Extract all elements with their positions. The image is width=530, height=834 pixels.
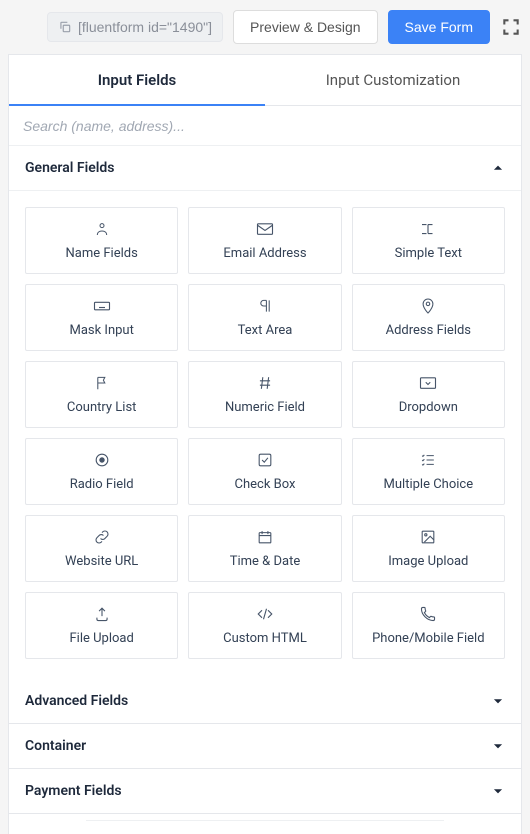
check-icon [256,451,274,469]
section-title: Payment Fields [25,783,122,799]
field-label: Time & Date [230,554,301,569]
section-container[interactable]: Container [9,724,521,769]
circle-dot-icon [93,451,111,469]
link-icon [93,528,111,546]
field-card-website-url[interactable]: Website URL [25,515,178,582]
search-wrapper [9,106,521,146]
field-card-name-fields[interactable]: Name Fields [25,207,178,274]
field-label: Text Area [238,323,293,338]
field-label: Multiple Choice [384,477,474,492]
field-card-text-area[interactable]: Text Area [188,284,341,351]
chevron-up-icon [491,161,505,175]
field-label: Website URL [65,554,138,569]
select-icon [419,374,437,392]
field-card-country-list[interactable]: Country List [25,361,178,428]
field-card-phone-mobile-field[interactable]: Phone/Mobile Field [352,592,505,659]
mail-icon [256,220,274,238]
field-label: Numeric Field [225,400,305,415]
flag-icon [93,374,111,392]
topbar: [fluentform id="1490"] Preview & Design … [0,0,530,54]
save-form-button[interactable]: Save Form [388,10,490,44]
field-card-numeric-field[interactable]: Numeric Field [188,361,341,428]
field-card-mask-input[interactable]: Mask Input [25,284,178,351]
field-card-simple-text[interactable]: Simple Text [352,207,505,274]
field-label: Email Address [223,246,306,261]
section-title: General Fields [25,160,114,176]
section-title: Advanced Fields [25,693,128,709]
field-card-email-address[interactable]: Email Address [188,207,341,274]
field-label: Address Fields [386,323,471,338]
search-input[interactable] [23,118,507,134]
section-payment-fields[interactable]: Payment Fields [9,769,521,813]
phone-icon [419,605,437,623]
code-icon [256,605,274,623]
tab-input-fields[interactable]: Input Fields [9,55,265,105]
field-label: Dropdown [399,400,458,415]
section-title: Container [25,738,86,754]
field-card-custom-html[interactable]: Custom HTML [188,592,341,659]
field-card-image-upload[interactable]: Image Upload [352,515,505,582]
chevron-down-icon [491,784,505,798]
section-advanced-fields[interactable]: Advanced Fields [9,679,521,724]
field-label: Phone/Mobile Field [372,631,484,646]
calendar-icon [256,528,274,546]
chevron-down-icon [491,694,505,708]
paragraph-icon [256,297,274,315]
field-card-dropdown[interactable]: Dropdown [352,361,505,428]
pin-icon [419,297,437,315]
preview-design-button[interactable]: Preview & Design [233,10,378,44]
bottom-area [8,814,522,834]
tabs: Input Fields Input Customization [9,55,521,106]
field-card-multiple-choice[interactable]: Multiple Choice [352,438,505,505]
field-label: Name Fields [66,246,138,261]
general-fields-grid: Name Fields Email Address Simple Text Mask … [9,191,521,679]
shortcode-text: [fluentform id="1490"] [78,19,212,35]
tab-input-customization[interactable]: Input Customization [265,55,521,105]
text-cursor-icon [419,220,437,238]
field-label: Country List [67,400,137,415]
hash-icon [256,374,274,392]
field-label: Custom HTML [223,631,307,646]
image-icon [419,528,437,546]
chevron-down-icon [491,739,505,753]
user-icon [93,220,111,238]
field-label: Simple Text [395,246,462,261]
field-label: File Upload [69,631,133,646]
field-card-radio-field[interactable]: Radio Field [25,438,178,505]
sidebar-panel: Input Fields Input Customization General… [8,54,522,814]
field-card-time-date[interactable]: Time & Date [188,515,341,582]
fullscreen-icon[interactable] [500,16,522,38]
field-card-file-upload[interactable]: File Upload [25,592,178,659]
field-label: Check Box [235,477,296,492]
field-card-address-fields[interactable]: Address Fields [352,284,505,351]
shortcode-box[interactable]: [fluentform id="1490"] [47,12,223,42]
field-label: Radio Field [70,477,134,492]
field-card-check-box[interactable]: Check Box [188,438,341,505]
field-label: Mask Input [69,323,133,338]
upload-icon [93,605,111,623]
section-general-fields[interactable]: General Fields [9,146,521,191]
keyboard-icon [93,297,111,315]
copy-icon [58,20,72,34]
field-label: Image Upload [388,554,468,569]
list-check-icon [419,451,437,469]
